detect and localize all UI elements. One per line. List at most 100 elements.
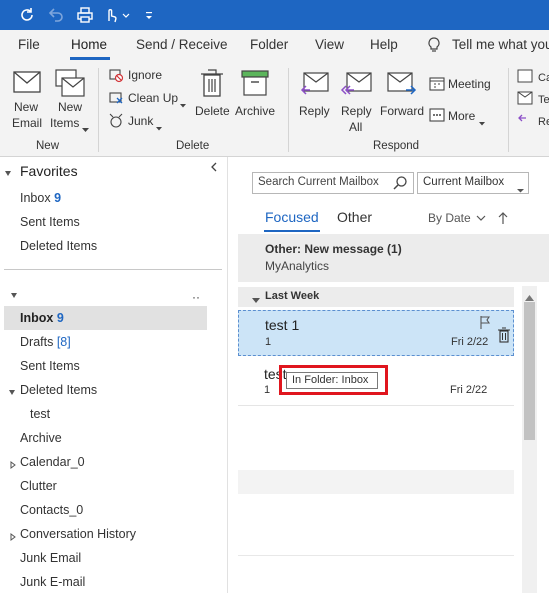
favorite-inbox[interactable]: Inbox 9 <box>20 191 61 205</box>
collapse-group-icon <box>252 293 260 307</box>
tell-me-search[interactable]: Tell me what you <box>452 37 549 52</box>
archive-button[interactable]: Archive <box>234 66 278 136</box>
chevron-down-icon <box>180 97 186 111</box>
chevron-down-icon <box>476 215 486 221</box>
tab-home[interactable]: Home <box>71 37 107 52</box>
reply-icon <box>300 72 329 95</box>
group-header-last-week[interactable]: Last Week <box>238 287 514 307</box>
active-tab-indicator <box>70 57 110 60</box>
account-expand-icon[interactable] <box>10 289 18 303</box>
message-preview: 1 <box>264 384 271 396</box>
search-placeholder: Search Current Mailbox <box>258 176 379 188</box>
group-respond-label: Respond <box>373 140 420 152</box>
ignore-button[interactable]: Ignore <box>108 66 184 84</box>
junk-label: Junk <box>128 114 154 128</box>
search-input[interactable]: Search Current Mailbox <box>252 172 414 194</box>
ribbon-separator <box>98 68 99 152</box>
lightbulb-icon <box>427 37 441 56</box>
calendar-icon <box>429 77 445 91</box>
other-inbox-notice[interactable]: Other: New message (1) MyAnalytics <box>238 234 549 282</box>
new-email-label-2: Email <box>12 116 43 130</box>
ignore-label: Ignore <box>128 68 163 82</box>
other-notice-title: Other: New message (1) <box>265 242 402 256</box>
print-icon[interactable] <box>74 4 96 26</box>
undo-icon[interactable] <box>45 4 67 26</box>
favorite-deleted-items[interactable]: Deleted Items <box>20 239 97 253</box>
folder-archive[interactable]: Archive <box>20 431 62 445</box>
quick-steps-icons[interactable]: Ca Te Re <box>516 68 549 131</box>
unread-count: 9 <box>54 191 62 205</box>
archive-label: Archive <box>235 104 276 118</box>
tab-file[interactable]: File <box>18 37 40 52</box>
message-date: Fri 2/22 <box>451 336 489 348</box>
sort-by-date-dropdown[interactable]: By Date <box>428 211 486 225</box>
favorite-sent-items[interactable]: Sent Items <box>20 215 80 229</box>
folder-calendar[interactable]: Calendar_0 <box>20 455 85 469</box>
ribbon-separator <box>288 68 289 152</box>
new-items-icon <box>55 69 85 97</box>
new-items-button[interactable]: New Items <box>50 66 92 136</box>
search-icon[interactable] <box>392 175 408 194</box>
search-scope-dropdown[interactable]: Current Mailbox <box>417 172 529 194</box>
folder-conversation-history[interactable]: Conversation History <box>20 527 136 541</box>
collapsed-triangle-icon[interactable] <box>9 530 17 544</box>
folder-sent-items[interactable]: Sent Items <box>20 359 80 373</box>
forward-button[interactable]: Forward <box>380 66 424 136</box>
expand-triangle-icon[interactable] <box>4 167 12 181</box>
meeting-label: Meeting <box>448 77 491 91</box>
folder-junk-email[interactable]: Junk Email <box>20 551 81 565</box>
collapse-pane-icon[interactable] <box>210 161 218 175</box>
touch-mode-icon[interactable] <box>100 4 122 26</box>
more-label: More <box>448 109 476 123</box>
ribbon-separator <box>508 68 509 152</box>
group-new-label: New <box>36 140 60 152</box>
group-delete-label: Delete <box>176 140 210 152</box>
new-items-label-1: New <box>58 100 83 114</box>
folder-inbox[interactable]: Inbox 9 <box>20 311 64 325</box>
folder-test[interactable]: test <box>30 407 50 421</box>
message-preview: 1 <box>265 336 272 348</box>
delete-icon[interactable] <box>498 327 510 346</box>
reply-all-button[interactable]: Reply All <box>338 66 376 136</box>
new-email-button[interactable]: New Email <box>6 66 48 136</box>
tab-view[interactable]: View <box>315 37 344 52</box>
clean-up-button[interactable]: Clean Up <box>108 89 188 108</box>
expand-triangle-icon[interactable] <box>8 386 16 400</box>
folder-clutter[interactable]: Clutter <box>20 479 57 493</box>
tab-help[interactable]: Help <box>370 37 398 52</box>
sort-label: By Date <box>428 211 471 225</box>
meeting-button[interactable]: Meeting <box>428 75 498 93</box>
delete-button[interactable]: Delete <box>194 66 230 136</box>
scrollbar-thumb[interactable] <box>524 302 535 440</box>
reply-all-label-2: All <box>349 120 363 134</box>
ribbon-home: New Email New Items New Ignore Clean Up … <box>0 62 549 157</box>
folder-contacts[interactable]: Contacts_0 <box>20 503 83 517</box>
sort-direction-arrow-icon[interactable] <box>498 211 508 228</box>
tab-folder[interactable]: Folder <box>250 37 288 52</box>
folder-drafts[interactable]: Drafts [8] <box>20 335 71 349</box>
junk-button[interactable]: Junk <box>108 112 164 131</box>
folder-deleted-items[interactable]: Deleted Items <box>20 383 97 397</box>
trash-icon <box>201 69 223 97</box>
reply-all-label-1: Reply <box>341 104 372 118</box>
tab-focused[interactable]: Focused <box>265 209 319 225</box>
chevron-down-icon[interactable] <box>120 4 132 26</box>
more-options-icon[interactable]: ·· <box>192 290 200 304</box>
tab-other[interactable]: Other <box>337 209 372 225</box>
clean-up-icon <box>109 92 123 104</box>
message-row-selected[interactable]: test 1 1 Fri 2/22 <box>238 310 514 356</box>
reply-button[interactable]: Reply <box>296 66 334 136</box>
customize-toolbar-icon[interactable] <box>138 4 160 26</box>
svg-text:Re: Re <box>538 116 549 128</box>
more-respond-button[interactable]: More <box>428 107 492 126</box>
unread-count: 9 <box>56 311 64 325</box>
collapsed-triangle-icon[interactable] <box>9 458 17 472</box>
chevron-down-icon <box>517 182 524 196</box>
flag-icon[interactable] <box>479 315 491 332</box>
folder-junk-e-mail[interactable]: Junk E-mail <box>20 575 85 589</box>
sync-icon[interactable] <box>16 4 38 26</box>
message-list-scrollbar[interactable] <box>522 286 537 593</box>
tab-send-receive[interactable]: Send / Receive <box>136 37 228 52</box>
favorites-header[interactable]: Favorites <box>20 163 78 179</box>
empty-row-placeholder <box>238 470 514 494</box>
